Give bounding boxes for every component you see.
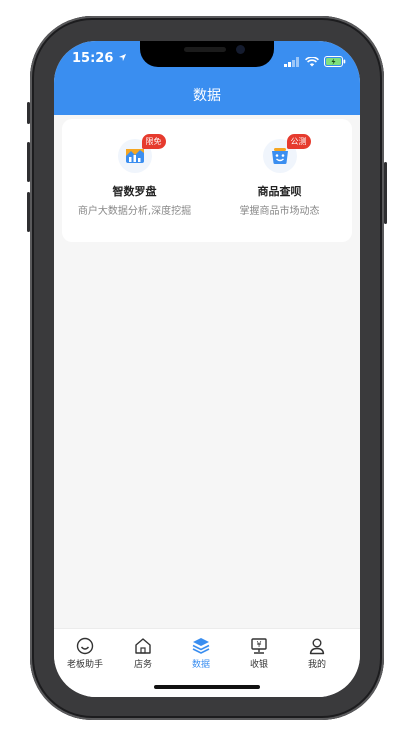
- signal-icon: [284, 52, 300, 71]
- feature-shangpin-chabei[interactable]: 公测 商品查呗 掌握商品市场动态: [207, 134, 352, 217]
- phone-screen: 15:26 数据 限免 智数罗盘 商户大数据分析,深度挖掘 公测 商品查呗 掌握…: [54, 41, 360, 697]
- layers-icon: [173, 635, 229, 657]
- front-camera: [236, 45, 245, 54]
- tab-data[interactable]: 数据: [173, 635, 229, 670]
- user-icon: [289, 635, 345, 657]
- badge-beta: 公测: [286, 134, 311, 149]
- notch: [140, 41, 274, 67]
- feature-name: 智数罗盘: [112, 185, 157, 198]
- volume-up-button: [27, 142, 30, 182]
- feature-name: 商品查呗: [257, 185, 302, 198]
- feature-desc: 商户大数据分析,深度挖掘: [77, 206, 192, 217]
- power-button: [384, 162, 387, 224]
- tab-label: 数据: [191, 660, 210, 670]
- status-indicators: [284, 52, 346, 71]
- status-bar: 15:26: [72, 51, 127, 66]
- mute-switch: [27, 102, 30, 124]
- tab-label: 收银: [249, 660, 268, 670]
- badge-free: 限免: [141, 134, 166, 149]
- battery-icon: [324, 52, 346, 71]
- chart-icon: 限免: [117, 134, 166, 173]
- register-icon: ¥: [231, 635, 287, 657]
- wifi-icon: [305, 52, 319, 71]
- page-title: 数据: [193, 88, 221, 104]
- tab-label: 我的: [307, 660, 326, 670]
- home-icon: [115, 635, 171, 657]
- feature-desc: 掌握商品市场动态: [239, 206, 320, 217]
- svg-text:¥: ¥: [256, 640, 261, 649]
- location-icon: [118, 51, 127, 66]
- tab-cashier[interactable]: ¥ 收银: [231, 635, 287, 670]
- tab-label: 老板助手: [66, 660, 103, 670]
- tab-mine[interactable]: 我的: [289, 635, 345, 670]
- tab-boss-assistant[interactable]: 老板助手: [57, 635, 113, 670]
- home-indicator[interactable]: [154, 685, 260, 689]
- basket-icon: 公测: [262, 134, 311, 173]
- speaker: [184, 47, 226, 52]
- bottom-tab-bar: 老板助手 店务 数据 ¥ 收银 我的: [54, 628, 360, 697]
- tab-label: 店务: [133, 660, 152, 670]
- smile-icon: [57, 635, 113, 657]
- status-time: 15:26: [72, 51, 114, 66]
- volume-down-button: [27, 192, 30, 232]
- feature-card: 限免 智数罗盘 商户大数据分析,深度挖掘 公测 商品查呗 掌握商品市场动态: [62, 119, 352, 242]
- tab-store[interactable]: 店务: [115, 635, 171, 670]
- feature-zhishu-luopan[interactable]: 限免 智数罗盘 商户大数据分析,深度挖掘: [62, 134, 207, 217]
